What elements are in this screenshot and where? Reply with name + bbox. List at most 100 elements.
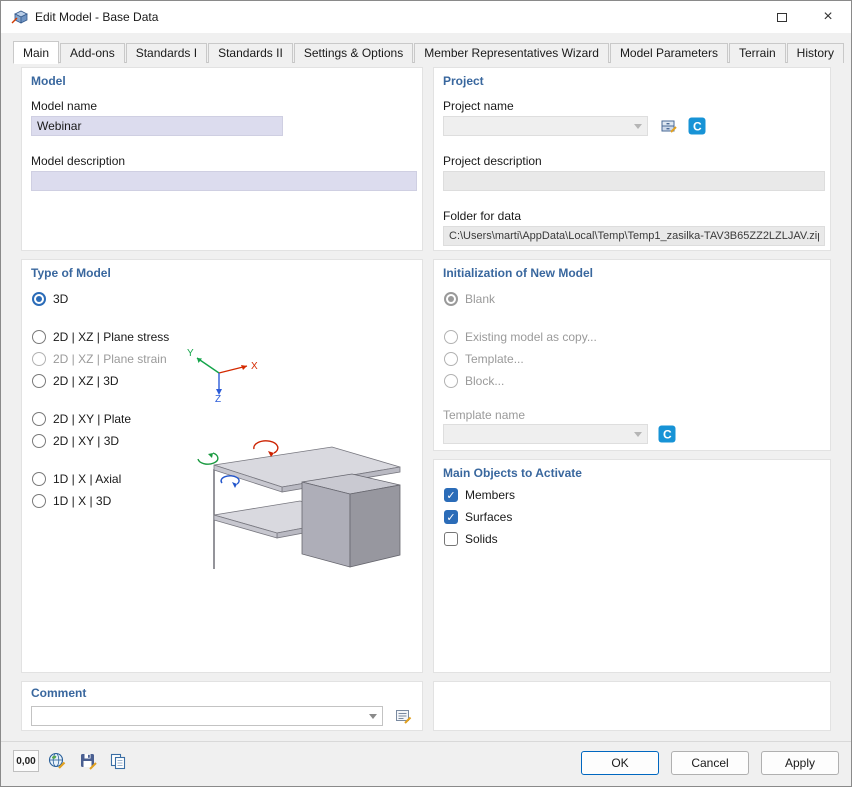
model-panel: Model Model name Model description — [21, 67, 423, 251]
project-manager-icon — [660, 118, 678, 134]
tab-standards-ii[interactable]: Standards II — [208, 43, 293, 63]
radio-button-icon — [32, 352, 46, 366]
save-icon — [79, 752, 97, 770]
type-of-model-heading: Type of Model — [31, 266, 111, 280]
radio-button-icon[interactable] — [32, 412, 46, 426]
checkbox-checked-icon[interactable]: ✓ — [444, 510, 458, 524]
copy-icon — [109, 752, 127, 770]
maximize-button[interactable] — [759, 1, 805, 33]
initialization-panel: Initialization of New Model Blank Existin… — [433, 259, 831, 451]
model-preview-image — [182, 427, 417, 592]
chevron-down-icon — [629, 432, 647, 437]
close-button[interactable]: × — [805, 1, 851, 33]
checkbox-unchecked-icon[interactable] — [444, 532, 458, 546]
radio-label: 3D — [53, 292, 68, 306]
dlubal-c-icon: C — [658, 425, 676, 443]
radio-button-icon[interactable] — [32, 330, 46, 344]
initialization-radio-list: Blank Existing model as copy...Template..… — [444, 288, 597, 392]
units-label: 0,00 — [16, 756, 35, 767]
copy-settings-button[interactable] — [105, 750, 131, 772]
radio-blank: Blank — [444, 288, 597, 310]
radio-2d-xz-3d[interactable]: 2D | XZ | 3D — [32, 370, 169, 392]
radio-label: 2D | XZ | Plane strain — [53, 352, 167, 366]
apply-button[interactable]: Apply — [761, 751, 839, 775]
axis-y-label: Y — [187, 348, 194, 359]
open-project-manager-app-button[interactable]: C — [686, 116, 708, 136]
radio-label: 2D | XY | 3D — [53, 434, 119, 448]
project-name-select — [443, 116, 648, 136]
radio-2d-xy-plate[interactable]: 2D | XY | Plate — [32, 408, 169, 430]
checkbox-surfaces[interactable]: ✓ Surfaces — [444, 506, 515, 528]
checkbox-label: Surfaces — [465, 510, 512, 524]
project-manager-button[interactable] — [656, 116, 682, 136]
chevron-down-icon — [364, 714, 382, 719]
radio-button-icon[interactable] — [32, 472, 46, 486]
footer-bar: 0,00 — [1, 741, 851, 786]
checkbox-checked-icon[interactable]: ✓ — [444, 488, 458, 502]
project-panel: Project Project name C Project descripti… — [433, 67, 831, 251]
cancel-button[interactable]: Cancel — [671, 751, 749, 775]
app-icon — [11, 9, 29, 25]
checkbox-label: Members — [465, 488, 515, 502]
radio-2d-xz-plane-strain: 2D | XZ | Plane strain — [32, 348, 169, 370]
radio-label: Block... — [465, 374, 504, 388]
checkbox-solids[interactable]: Solids — [444, 528, 515, 550]
radio-button-icon[interactable] — [32, 292, 46, 306]
main-objects-checkbox-list: ✓ Members ✓ Surfaces Solids — [444, 484, 515, 550]
tab-add-ons[interactable]: Add-ons — [60, 43, 125, 63]
close-icon: × — [823, 9, 832, 25]
edit-model-dialog: Edit Model - Base Data × MainAdd-onsStan… — [0, 0, 852, 787]
radio-button-icon[interactable] — [32, 434, 46, 448]
axis-z-label: Z — [215, 394, 221, 403]
predefined-comments-icon — [395, 709, 412, 724]
radio-2d-xz-plane-stress[interactable]: 2D | XZ | Plane stress — [32, 326, 169, 348]
radio-1d-x-axial[interactable]: 1D | X | Axial — [32, 468, 169, 490]
initialization-heading: Initialization of New Model — [443, 266, 593, 280]
tab-settings-options[interactable]: Settings & Options — [294, 43, 413, 63]
model-description-input[interactable] — [31, 171, 417, 191]
units-settings-button[interactable]: 0,00 — [13, 750, 39, 772]
predefined-comments-button[interactable] — [390, 706, 416, 726]
radio-button-icon — [444, 292, 458, 306]
radio-existing-model-as-copy: Existing model as copy... — [444, 326, 597, 348]
radio-label: 2D | XZ | Plane stress — [53, 330, 169, 344]
main-objects-heading: Main Objects to Activate — [443, 466, 582, 480]
radio-button-icon — [444, 352, 458, 366]
checkbox-label: Solids — [465, 532, 498, 546]
tab-history[interactable]: History — [787, 43, 844, 63]
folder-for-data-label: Folder for data — [443, 209, 521, 223]
tab-terrain[interactable]: Terrain — [729, 43, 786, 63]
save-as-template-button[interactable] — [75, 750, 101, 772]
tab-main[interactable]: Main — [13, 41, 59, 64]
radio-template: Template... — [444, 348, 597, 370]
open-template-app-button[interactable]: C — [656, 424, 678, 444]
radio-button-icon[interactable] — [32, 374, 46, 388]
empty-panel — [433, 681, 831, 731]
model-name-input[interactable] — [31, 116, 283, 136]
project-description-label: Project description — [443, 154, 542, 168]
tab-member-representatives-wizard[interactable]: Member Representatives Wizard — [414, 43, 609, 63]
template-name-label: Template name — [443, 408, 525, 422]
radio-label: 2D | XZ | 3D — [53, 374, 119, 388]
model-name-label: Model name — [31, 99, 97, 113]
ok-button[interactable]: OK — [581, 751, 659, 775]
radio-block: Block... — [444, 370, 597, 392]
radio-1d-x-3d[interactable]: 1D | X | 3D — [32, 490, 169, 512]
svg-text:C: C — [693, 120, 702, 134]
radio-3d[interactable]: 3D — [32, 288, 169, 310]
tab-standards-i[interactable]: Standards I — [126, 43, 207, 63]
radio-button-icon — [444, 330, 458, 344]
svg-text:C: C — [663, 428, 672, 442]
coordinate-axes-icon: X Y Z — [185, 345, 263, 403]
tab-model-parameters[interactable]: Model Parameters — [610, 43, 728, 63]
maximize-icon — [777, 13, 787, 22]
checkbox-members[interactable]: ✓ Members — [444, 484, 515, 506]
type-of-model-radio-list: 3D 2D | XZ | Plane stress 2D | XZ | Plane … — [32, 288, 169, 512]
radio-2d-xy-3d[interactable]: 2D | XY | 3D — [32, 430, 169, 452]
radio-button-icon[interactable] — [32, 494, 46, 508]
display-settings-button[interactable] — [45, 750, 69, 772]
folder-for-data-input — [443, 226, 825, 246]
title-bar[interactable]: Edit Model - Base Data × — [1, 1, 851, 33]
comment-select[interactable] — [31, 706, 383, 726]
type-of-model-panel: Type of Model 3D 2D | XZ | Plane stress 2D… — [21, 259, 423, 673]
